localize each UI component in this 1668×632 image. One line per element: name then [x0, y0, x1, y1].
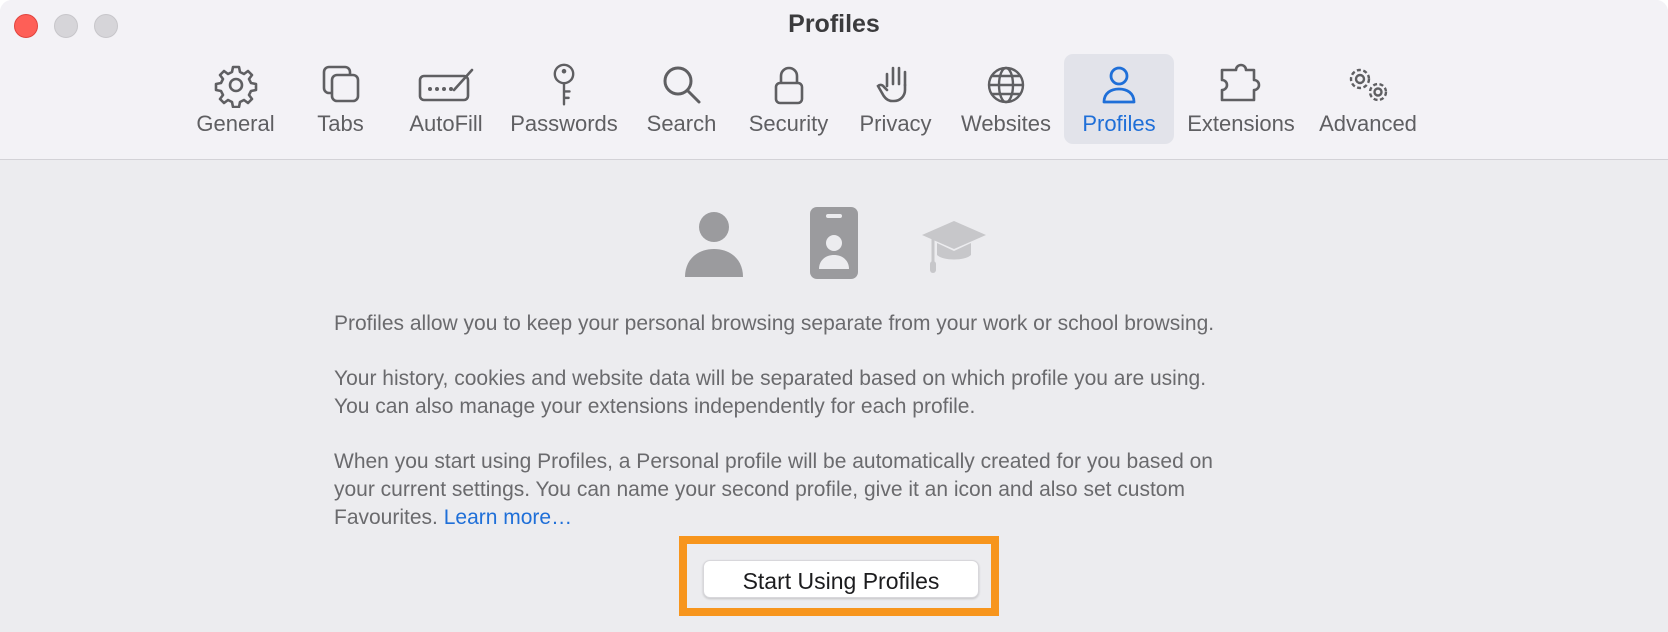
gears-icon	[1349, 68, 1388, 102]
start-using-profiles-button[interactable]: Start Using Profiles	[703, 560, 979, 598]
description-text: Profiles allow you to keep your personal…	[334, 312, 1215, 335]
tab-label: Websites	[960, 111, 1052, 136]
tab-general[interactable]: General	[183, 54, 288, 144]
profiles-pane: Profiles allow you to keep your personal…	[0, 160, 1668, 632]
window-title: Profiles	[788, 10, 880, 38]
tab-extensions[interactable]: Extensions	[1174, 54, 1308, 144]
hero-icons	[0, 205, 1668, 281]
graduation-cap-icon	[922, 221, 986, 273]
tab-advanced[interactable]: Advanced	[1308, 54, 1428, 144]
tab-label: Profiles	[1082, 111, 1156, 136]
description-text: When you start using Profiles, a Persona…	[334, 450, 1213, 473]
preferences-toolbar: General Tabs AutoFill Passwords Search S…	[183, 54, 1428, 144]
tab-passwords[interactable]: Passwords	[499, 54, 629, 144]
tab-profiles[interactable]: Profiles	[1064, 54, 1174, 144]
autofill-icon	[418, 68, 474, 102]
preferences-window: Profiles General Tabs AutoFill Passwords…	[0, 0, 1668, 632]
tab-label: Passwords	[510, 111, 618, 136]
tab-label: AutoFill	[409, 111, 483, 136]
description-paragraph: When you start using Profiles, a Persona…	[334, 448, 1344, 532]
gear-icon	[214, 65, 257, 108]
tab-label: Search	[646, 111, 717, 136]
lock-icon	[774, 66, 803, 105]
titlebar: Profiles General Tabs AutoFill Passwords…	[0, 0, 1668, 160]
tab-security[interactable]: Security	[734, 54, 843, 144]
description-paragraph: Profiles allow you to keep your personal…	[334, 310, 1344, 338]
search-icon	[663, 66, 700, 104]
tab-websites[interactable]: Websites	[948, 54, 1064, 144]
globe-icon	[987, 66, 1025, 104]
highlight-box: Start Using Profiles	[679, 536, 999, 616]
tabs-icon	[322, 65, 359, 103]
tab-label: Security	[748, 111, 829, 136]
description-text: Your history, cookies and website data w…	[334, 367, 1207, 390]
hand-icon	[875, 66, 906, 103]
description-text: your current settings. You can name your…	[334, 478, 1185, 501]
id-badge-icon	[810, 207, 858, 279]
tab-label: Privacy	[859, 111, 932, 136]
description-text: You can also manage your extensions inde…	[334, 395, 976, 418]
profiles-description: Profiles allow you to keep your personal…	[334, 310, 1344, 559]
tab-tabs[interactable]: Tabs	[288, 54, 393, 144]
tab-label: General	[196, 111, 275, 136]
tab-label: Extensions	[1187, 111, 1295, 136]
tab-privacy[interactable]: Privacy	[843, 54, 948, 144]
key-icon	[553, 63, 575, 106]
person-icon	[685, 212, 743, 277]
description-paragraph: Your history, cookies and website data w…	[334, 365, 1344, 421]
person-icon	[1102, 66, 1136, 104]
puzzle-icon	[1220, 63, 1261, 102]
tab-label: Advanced	[1319, 111, 1417, 136]
tab-label: Tabs	[317, 111, 364, 136]
tab-autofill[interactable]: AutoFill	[393, 54, 499, 144]
learn-more-link[interactable]: Learn more…	[444, 506, 572, 529]
tab-search[interactable]: Search	[629, 54, 734, 144]
description-text: Favourites.	[334, 506, 438, 529]
